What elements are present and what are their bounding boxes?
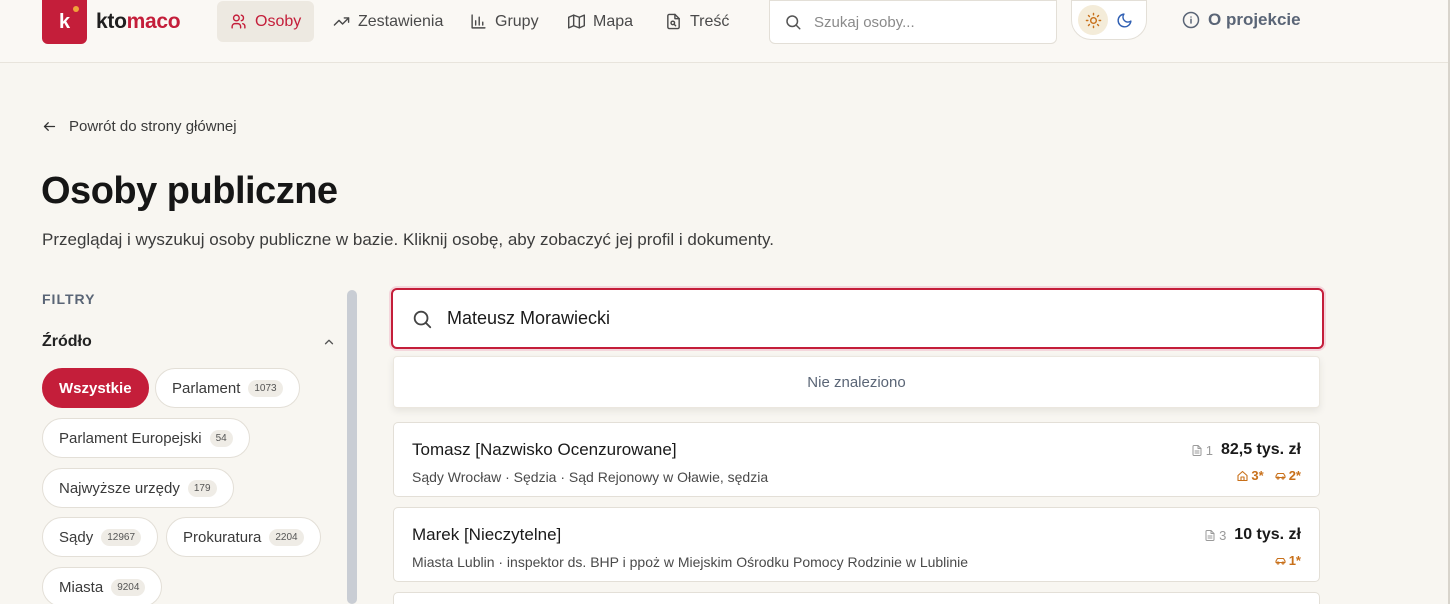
filter-chip-miasta[interactable]: Miasta 9204 bbox=[42, 567, 163, 604]
filter-chip-najwyzsze-urzedy[interactable]: Najwyższe urzędy 179 bbox=[42, 468, 234, 508]
chip-count: 1073 bbox=[248, 379, 283, 397]
logo-text[interactable]: ktomaco bbox=[96, 10, 181, 34]
asset-badges: 1* bbox=[1274, 553, 1301, 568]
chip-label: Sądy bbox=[59, 528, 94, 546]
source-filter-label[interactable]: Źródło bbox=[42, 333, 92, 351]
sidebar-scrollbar[interactable] bbox=[347, 290, 357, 604]
search-not-found-message: Nie znaleziono bbox=[393, 356, 1320, 408]
person-search-box[interactable] bbox=[391, 288, 1324, 349]
nav-item-grupy[interactable]: Grupy bbox=[457, 1, 552, 42]
person-card[interactable]: Marek [Nieczytelne] Miasta Lublin · insp… bbox=[393, 507, 1320, 582]
back-label: Powrót do strony głównej bbox=[69, 118, 237, 135]
person-meta: Sądy Wrocław · Sędzia · Sąd Rejonowy w O… bbox=[412, 469, 769, 485]
house-count: 3* bbox=[1236, 468, 1264, 483]
filter-chip-parlament[interactable]: Parlament 1073 bbox=[155, 368, 300, 408]
nav-item-zestawienia[interactable]: Zestawienia bbox=[320, 1, 456, 42]
info-icon bbox=[1182, 11, 1200, 29]
person-amount: 82,5 tys. zł bbox=[1220, 441, 1301, 458]
search-icon bbox=[786, 15, 801, 30]
person-card[interactable] bbox=[393, 592, 1320, 604]
top-navigation-bar: k ktomaco Osoby Zestawienia Grupy Mapa T… bbox=[0, 0, 1450, 63]
light-theme-button[interactable] bbox=[1078, 5, 1108, 35]
car-count: 1* bbox=[1274, 553, 1301, 568]
chip-count: 9204 bbox=[111, 578, 146, 596]
chip-label: Parlament bbox=[172, 379, 241, 397]
about-label: O projekcie bbox=[1208, 10, 1301, 29]
chip-label: Parlament Europejski bbox=[59, 429, 202, 447]
person-name: Tomasz [Nazwisko Ocenzurowane] bbox=[412, 440, 677, 459]
filter-chip-prokuratura[interactable]: Prokuratura 2204 bbox=[166, 517, 321, 557]
nav-item-osoby[interactable]: Osoby bbox=[217, 1, 315, 42]
search-icon bbox=[413, 310, 432, 328]
nav-label: Grupy bbox=[495, 12, 539, 30]
chip-count: 179 bbox=[187, 479, 217, 497]
house-count-value: 3* bbox=[1251, 468, 1264, 483]
filter-chip-sady[interactable]: Sądy 12967 bbox=[42, 517, 159, 557]
filter-chip-parlament-europejski[interactable]: Parlament Europejski 54 bbox=[42, 418, 250, 458]
moon-icon[interactable] bbox=[1116, 12, 1133, 29]
logo-letter: k bbox=[58, 10, 71, 33]
page-title: Osoby publiczne bbox=[41, 170, 338, 212]
chip-label: Miasta bbox=[59, 578, 104, 596]
logo-mark[interactable]: k bbox=[42, 0, 87, 44]
document-count-value: 3 bbox=[1219, 527, 1227, 543]
document-count-value: 1 bbox=[1205, 442, 1213, 458]
chevron-up-icon[interactable] bbox=[322, 335, 336, 349]
nav-label: Treść bbox=[690, 12, 730, 30]
chip-count: 12967 bbox=[101, 528, 142, 546]
header-search-input[interactable]: Szukaj osoby... bbox=[769, 0, 1057, 44]
chip-label: Najwyższe urzędy bbox=[59, 479, 180, 497]
trending-icon bbox=[333, 17, 350, 26]
not-found-text: Nie znaleziono bbox=[807, 373, 906, 391]
document-icon bbox=[1192, 444, 1202, 456]
chip-count: 2204 bbox=[269, 528, 304, 546]
chip-label: Prokuratura bbox=[183, 528, 262, 546]
back-link[interactable]: Powrót do strony głównej bbox=[42, 118, 237, 135]
document-count: 1 bbox=[1191, 443, 1213, 458]
logo-text-primary: kto bbox=[96, 10, 127, 33]
bar-chart-icon bbox=[471, 14, 486, 29]
car-count-value: 2* bbox=[1288, 468, 1301, 483]
nav-label: Osoby bbox=[255, 12, 302, 30]
about-link[interactable]: O projekcie bbox=[1182, 10, 1301, 30]
person-summary: 3 10 tys. zł bbox=[1204, 526, 1301, 544]
person-name: Marek [Nieczytelne] bbox=[412, 525, 562, 544]
logo-dot bbox=[73, 6, 79, 12]
asset-badges: 3* 2* bbox=[1236, 468, 1301, 483]
nav-item-mapa[interactable]: Mapa bbox=[555, 1, 646, 42]
document-icon bbox=[667, 13, 680, 30]
person-card[interactable]: Tomasz [Nazwisko Ocenzurowane] Sądy Wroc… bbox=[393, 422, 1320, 497]
nav-label: Mapa bbox=[593, 12, 634, 30]
logo-text-accent: maco bbox=[126, 10, 181, 33]
nav-item-tresc[interactable]: Treść bbox=[652, 1, 742, 42]
map-icon bbox=[568, 14, 585, 29]
users-icon bbox=[231, 14, 246, 29]
person-summary: 1 82,5 tys. zł bbox=[1191, 441, 1301, 459]
car-count-value: 1* bbox=[1288, 553, 1301, 568]
page-description: Przeglądaj i wyszukuj osoby publiczne w … bbox=[42, 230, 774, 249]
chip-count: 54 bbox=[209, 429, 233, 447]
sun-icon bbox=[1085, 12, 1101, 28]
car-icon bbox=[1275, 472, 1286, 480]
person-meta: Miasta Lublin · inspektor ds. BHP i ppoż… bbox=[412, 554, 969, 570]
header-search-placeholder: Szukaj osoby... bbox=[814, 13, 915, 31]
person-amount: 10 tys. zł bbox=[1234, 526, 1301, 543]
arrow-left-icon bbox=[43, 122, 56, 131]
nav-label: Zestawienia bbox=[358, 12, 444, 30]
chip-label: Wszystkie bbox=[59, 379, 132, 397]
house-icon bbox=[1237, 470, 1248, 481]
theme-toggle[interactable] bbox=[1071, 0, 1147, 40]
document-count: 3 bbox=[1204, 528, 1226, 543]
filter-chip-wszystkie[interactable]: Wszystkie bbox=[42, 368, 149, 408]
car-count: 2* bbox=[1274, 468, 1301, 483]
filters-heading: FILTRY bbox=[42, 291, 96, 307]
person-search-input[interactable] bbox=[447, 308, 1247, 329]
document-icon bbox=[1205, 529, 1215, 541]
car-icon bbox=[1275, 557, 1286, 565]
